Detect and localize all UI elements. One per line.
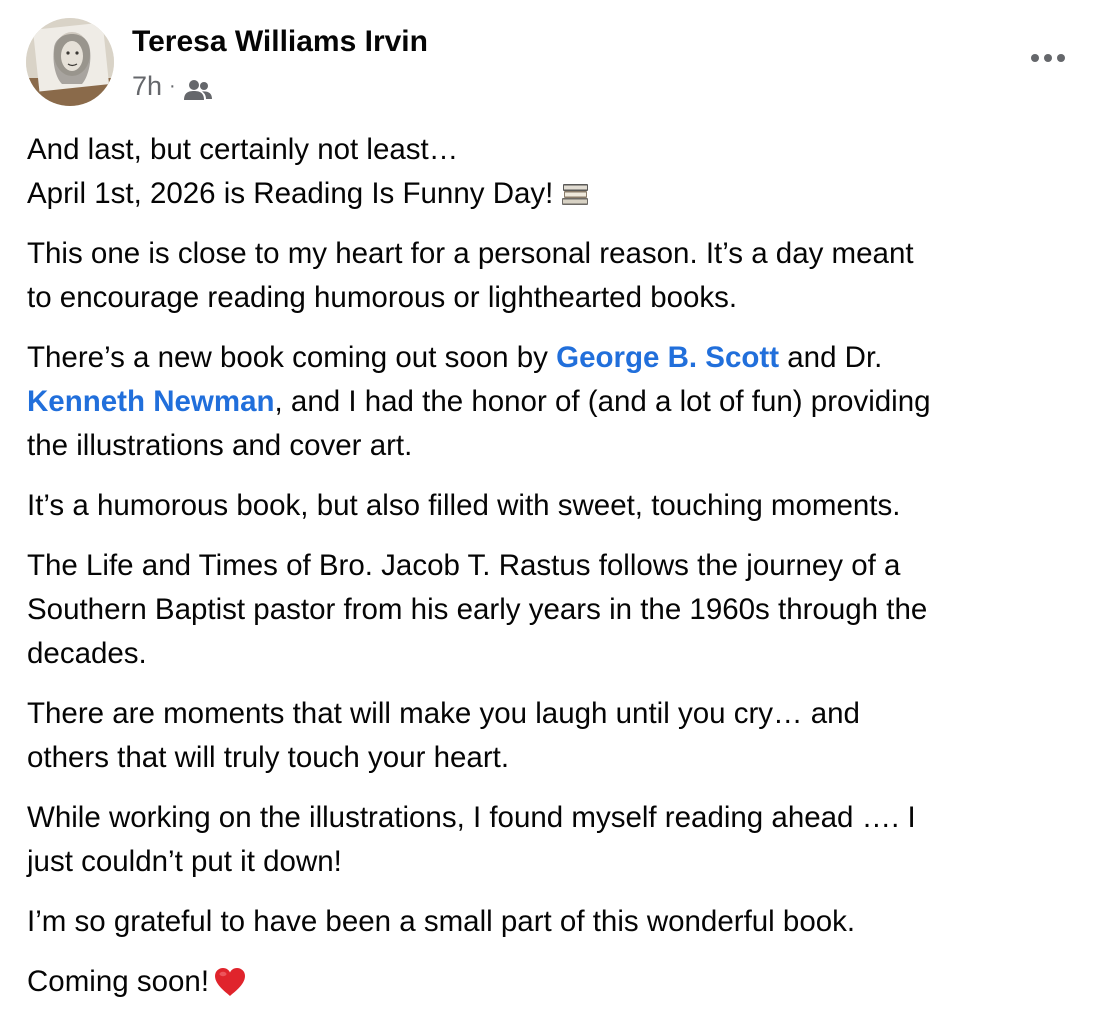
post-line: The Life and Times of Bro. Jacob T. Rast… — [27, 549, 901, 582]
red-heart-emoji-icon — [213, 966, 247, 998]
more-dot — [1031, 54, 1039, 62]
post-timestamp[interactable]: 7h — [132, 71, 162, 102]
post-line: the illustrations and cover art. — [27, 429, 413, 462]
post-text: April 1st, 2026 is Reading Is Funny Day! — [27, 177, 554, 210]
post-paragraph: Coming soon! — [27, 960, 1077, 1004]
facebook-post: Teresa Williams Irvin 7h · And last, but… — [0, 0, 1096, 1022]
post-text: , and I had the honor of (and a lot of f… — [274, 385, 931, 418]
post-text: and Dr. — [779, 341, 883, 374]
meta-separator: · — [169, 74, 176, 97]
post-paragraph: The Life and Times of Bro. Jacob T. Rast… — [27, 544, 1077, 676]
post-text: Coming soon! — [27, 965, 210, 998]
post-paragraph: While working on the illustrations, I fo… — [27, 796, 1077, 884]
post-line: While working on the illustrations, I fo… — [27, 801, 916, 834]
more-dot — [1057, 54, 1065, 62]
more-dot — [1044, 54, 1052, 62]
post-paragraph: And last, but certainly not least… April… — [27, 128, 1077, 216]
post-body: And last, but certainly not least… April… — [27, 128, 1077, 1020]
post-line: April 1st, 2026 is Reading Is Funny Day! — [27, 172, 1077, 216]
post-line: Southern Baptist pastor from his early y… — [27, 593, 928, 626]
post-paragraph: This one is close to my heart for a pers… — [27, 232, 1077, 320]
post-paragraph: It’s a humorous book, but also filled wi… — [27, 484, 1077, 528]
post-line: This one is close to my heart for a pers… — [27, 237, 914, 270]
author-avatar[interactable] — [26, 18, 114, 106]
post-text: There’s a new book coming out soon by — [27, 341, 557, 374]
post-line: Kenneth Newman, and I had the honor of (… — [27, 380, 1077, 424]
friends-icon[interactable] — [183, 77, 213, 100]
post-paragraph: There’s a new book coming out soon by Ge… — [27, 336, 1077, 468]
more-options-icon[interactable] — [1026, 46, 1070, 70]
mention-link-george-b-scott[interactable]: George B. Scott — [556, 341, 779, 374]
post-header: Teresa Williams Irvin 7h · — [26, 18, 1070, 108]
books-emoji-icon — [559, 176, 591, 205]
post-meta: 7h · — [132, 68, 213, 104]
post-line: I’m so grateful to have been a small par… — [27, 905, 856, 938]
post-line: And last, but certainly not least… — [27, 133, 459, 166]
author-name[interactable]: Teresa Williams Irvin — [132, 22, 428, 62]
profile-photo-icon — [26, 18, 114, 106]
post-line: There’s a new book coming out soon by Ge… — [27, 336, 1077, 380]
post-line: just couldn’t put it down! — [27, 845, 342, 878]
post-line: to encourage reading humorous or lighthe… — [27, 281, 738, 314]
post-line: It’s a humorous book, but also filled wi… — [27, 489, 901, 522]
post-paragraph: I’m so grateful to have been a small par… — [27, 900, 1077, 944]
post-line: others that will truly touch your heart. — [27, 741, 510, 774]
post-line: decades. — [27, 637, 147, 670]
post-line: There are moments that will make you lau… — [27, 697, 860, 730]
post-line: Coming soon! — [27, 960, 1077, 1004]
mention-link-kenneth-newman[interactable]: Kenneth Newman — [27, 385, 275, 418]
post-paragraph: There are moments that will make you lau… — [27, 692, 1077, 780]
